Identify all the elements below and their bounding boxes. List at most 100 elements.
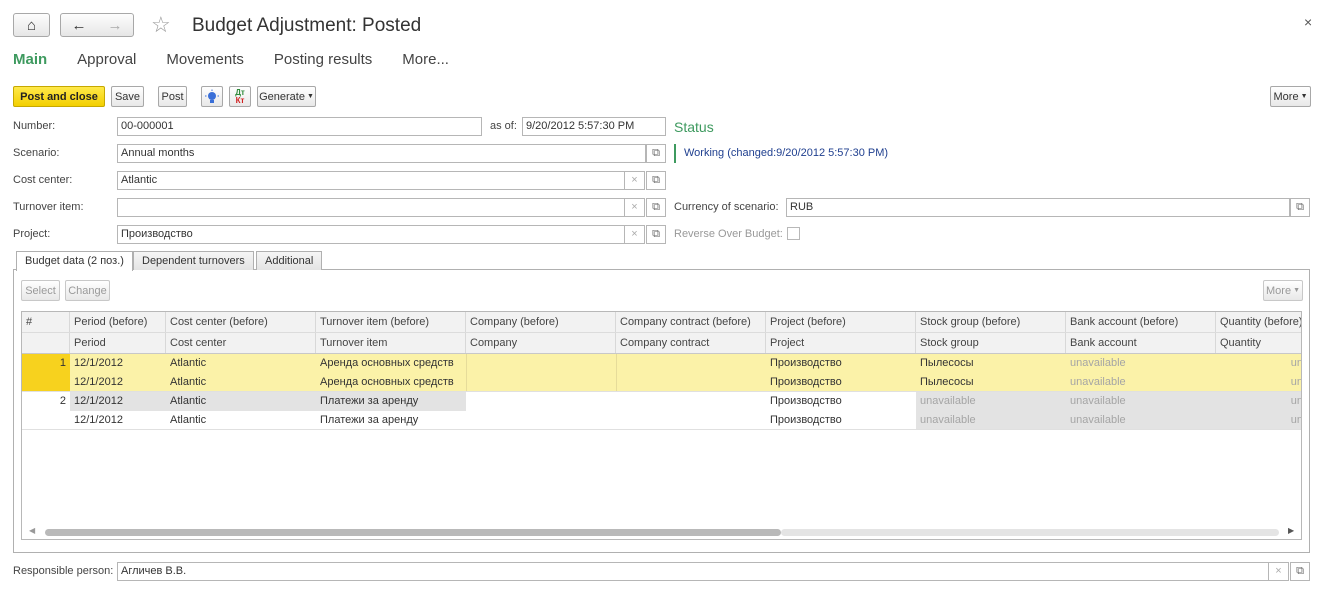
table-cell[interactable]: un <box>1216 373 1301 391</box>
table-cell[interactable] <box>466 411 616 429</box>
column-header[interactable]: Stock group <box>916 333 1066 353</box>
table-cell[interactable]: Производство <box>766 392 916 411</box>
open-icon[interactable]: ⧉ <box>1290 562 1310 581</box>
column-header[interactable]: Quantity (before) <box>1216 312 1301 332</box>
table-row[interactable]: 12/1/2012 Atlantic Платежи за аренду Про… <box>22 411 1301 430</box>
table-cell[interactable] <box>466 392 616 411</box>
scrollbar-thumb[interactable] <box>45 529 781 536</box>
home-button[interactable]: ⌂ <box>13 13 50 37</box>
column-header[interactable]: Turnover item <box>316 333 466 353</box>
status-link[interactable]: Working (changed:9/20/2012 5:57:30 PM) <box>674 144 888 163</box>
table-more-button[interactable]: More ▼ <box>1263 280 1303 301</box>
open-icon[interactable]: ⧉ <box>646 225 666 244</box>
table-cell[interactable]: Аренда основных средств <box>316 354 466 373</box>
table-cell[interactable]: 12/1/2012 <box>70 392 166 411</box>
column-header[interactable]: Quantity <box>1216 333 1301 353</box>
table-cell[interactable]: un <box>1216 354 1301 373</box>
column-header[interactable]: Project (before) <box>766 312 916 332</box>
clear-icon[interactable]: × <box>625 171 645 190</box>
star-icon[interactable]: ☆ <box>151 12 171 38</box>
reverse-over-budget-checkbox[interactable] <box>787 227 800 240</box>
tab-additional[interactable]: Additional <box>256 251 323 270</box>
column-header[interactable]: Bank account (before) <box>1066 312 1216 332</box>
open-icon[interactable]: ⧉ <box>646 171 666 190</box>
budget-data-table[interactable]: # Period (before) Cost center (before) T… <box>21 311 1302 540</box>
tab-movements[interactable]: Movements <box>166 51 244 68</box>
column-header[interactable]: Company (before) <box>466 312 616 332</box>
table-cell[interactable]: Аренда основных средств <box>316 373 466 391</box>
clear-icon[interactable]: × <box>625 225 645 244</box>
more-actions-button[interactable]: More ▼ <box>1270 86 1311 107</box>
table-cell[interactable]: 12/1/2012 <box>70 411 166 429</box>
table-cell[interactable]: unavailable <box>916 392 1066 411</box>
dt-kt-button[interactable]: Дт Кт <box>229 86 251 107</box>
close-icon[interactable]: × <box>1304 14 1312 30</box>
date-field[interactable]: 9/20/2012 5:57:30 PM <box>522 117 666 136</box>
table-cell[interactable]: unavailable <box>1066 411 1216 429</box>
open-icon[interactable]: ⧉ <box>646 198 666 217</box>
scroll-right-arrow-icon[interactable]: ▶ <box>1288 526 1294 535</box>
tab-main[interactable]: Main <box>13 51 47 68</box>
forward-arrow-icon[interactable]: → <box>108 17 123 34</box>
table-cell[interactable] <box>466 354 616 373</box>
table-cell[interactable]: un <box>1216 392 1301 411</box>
column-header[interactable]: Company <box>466 333 616 353</box>
change-button[interactable]: Change <box>65 280 110 301</box>
table-cell[interactable] <box>616 392 766 411</box>
scroll-left-arrow-icon[interactable]: ◀ <box>29 526 35 535</box>
tab-dependent-turnovers[interactable]: Dependent turnovers <box>133 251 254 270</box>
tab-posting-results[interactable]: Posting results <box>274 51 372 68</box>
responsible-person-field[interactable]: Агличев В.В. <box>117 562 1269 581</box>
column-header[interactable]: Period (before) <box>70 312 166 332</box>
save-button[interactable]: Save <box>111 86 144 107</box>
table-cell[interactable]: Производство <box>766 354 916 373</box>
column-header[interactable]: # <box>22 312 70 332</box>
table-cell[interactable]: un <box>1216 411 1301 429</box>
number-field[interactable]: 00-000001 <box>117 117 482 136</box>
table-cell[interactable]: Производство <box>766 373 916 391</box>
column-header[interactable]: Stock group (before) <box>916 312 1066 332</box>
table-cell[interactable]: Пылесосы <box>916 373 1066 391</box>
tab-budget-data[interactable]: Budget data (2 поз.) <box>16 251 133 271</box>
open-icon[interactable]: ⧉ <box>646 144 666 163</box>
post-button[interactable]: Post <box>158 86 187 107</box>
column-header[interactable]: Turnover item (before) <box>316 312 466 332</box>
column-header[interactable]: Company contract (before) <box>616 312 766 332</box>
select-button[interactable]: Select <box>21 280 60 301</box>
tab-approval[interactable]: Approval <box>77 51 136 68</box>
table-cell[interactable]: unavailable <box>1066 392 1216 411</box>
table-cell[interactable]: 12/1/2012 <box>70 373 166 391</box>
table-cell[interactable]: unavailable <box>1066 373 1216 391</box>
table-cell[interactable]: Atlantic <box>166 411 316 429</box>
table-cell[interactable] <box>466 373 616 391</box>
table-cell[interactable] <box>616 354 766 373</box>
table-cell[interactable]: Atlantic <box>166 354 316 373</box>
cost-center-field[interactable]: Atlantic <box>117 171 625 190</box>
post-and-close-button[interactable]: Post and close <box>13 86 105 107</box>
lightbulb-button[interactable] <box>201 86 223 107</box>
table-row[interactable]: 12/1/2012 Atlantic Аренда основных средс… <box>22 373 1301 392</box>
turnover-item-field[interactable] <box>117 198 625 217</box>
clear-icon[interactable]: × <box>1269 562 1289 581</box>
back-arrow-icon[interactable]: ← <box>72 17 87 34</box>
table-cell[interactable]: Atlantic <box>166 373 316 391</box>
tab-more[interactable]: More... <box>402 51 449 68</box>
column-header[interactable] <box>22 333 70 353</box>
column-header[interactable]: Project <box>766 333 916 353</box>
column-header[interactable]: Bank account <box>1066 333 1216 353</box>
table-cell[interactable]: Atlantic <box>166 392 316 411</box>
column-header[interactable]: Cost center (before) <box>166 312 316 332</box>
table-cell[interactable]: Платежи за аренду <box>316 411 466 429</box>
generate-dropdown-button[interactable]: Generate ▼ <box>257 86 316 107</box>
table-cell[interactable]: 12/1/2012 <box>70 354 166 373</box>
currency-field[interactable]: RUB <box>786 198 1290 217</box>
open-icon[interactable]: ⧉ <box>1290 198 1310 217</box>
table-row[interactable]: 1 12/1/2012 Atlantic Аренда основных сре… <box>22 354 1301 373</box>
clear-icon[interactable]: × <box>625 198 645 217</box>
column-header[interactable]: Cost center <box>166 333 316 353</box>
table-cell[interactable]: unavailable <box>1066 354 1216 373</box>
scenario-field[interactable]: Annual months <box>117 144 646 163</box>
table-cell[interactable]: Пылесосы <box>916 354 1066 373</box>
table-cell[interactable]: unavailable <box>916 411 1066 429</box>
table-row[interactable]: 2 12/1/2012 Atlantic Платежи за аренду П… <box>22 392 1301 411</box>
